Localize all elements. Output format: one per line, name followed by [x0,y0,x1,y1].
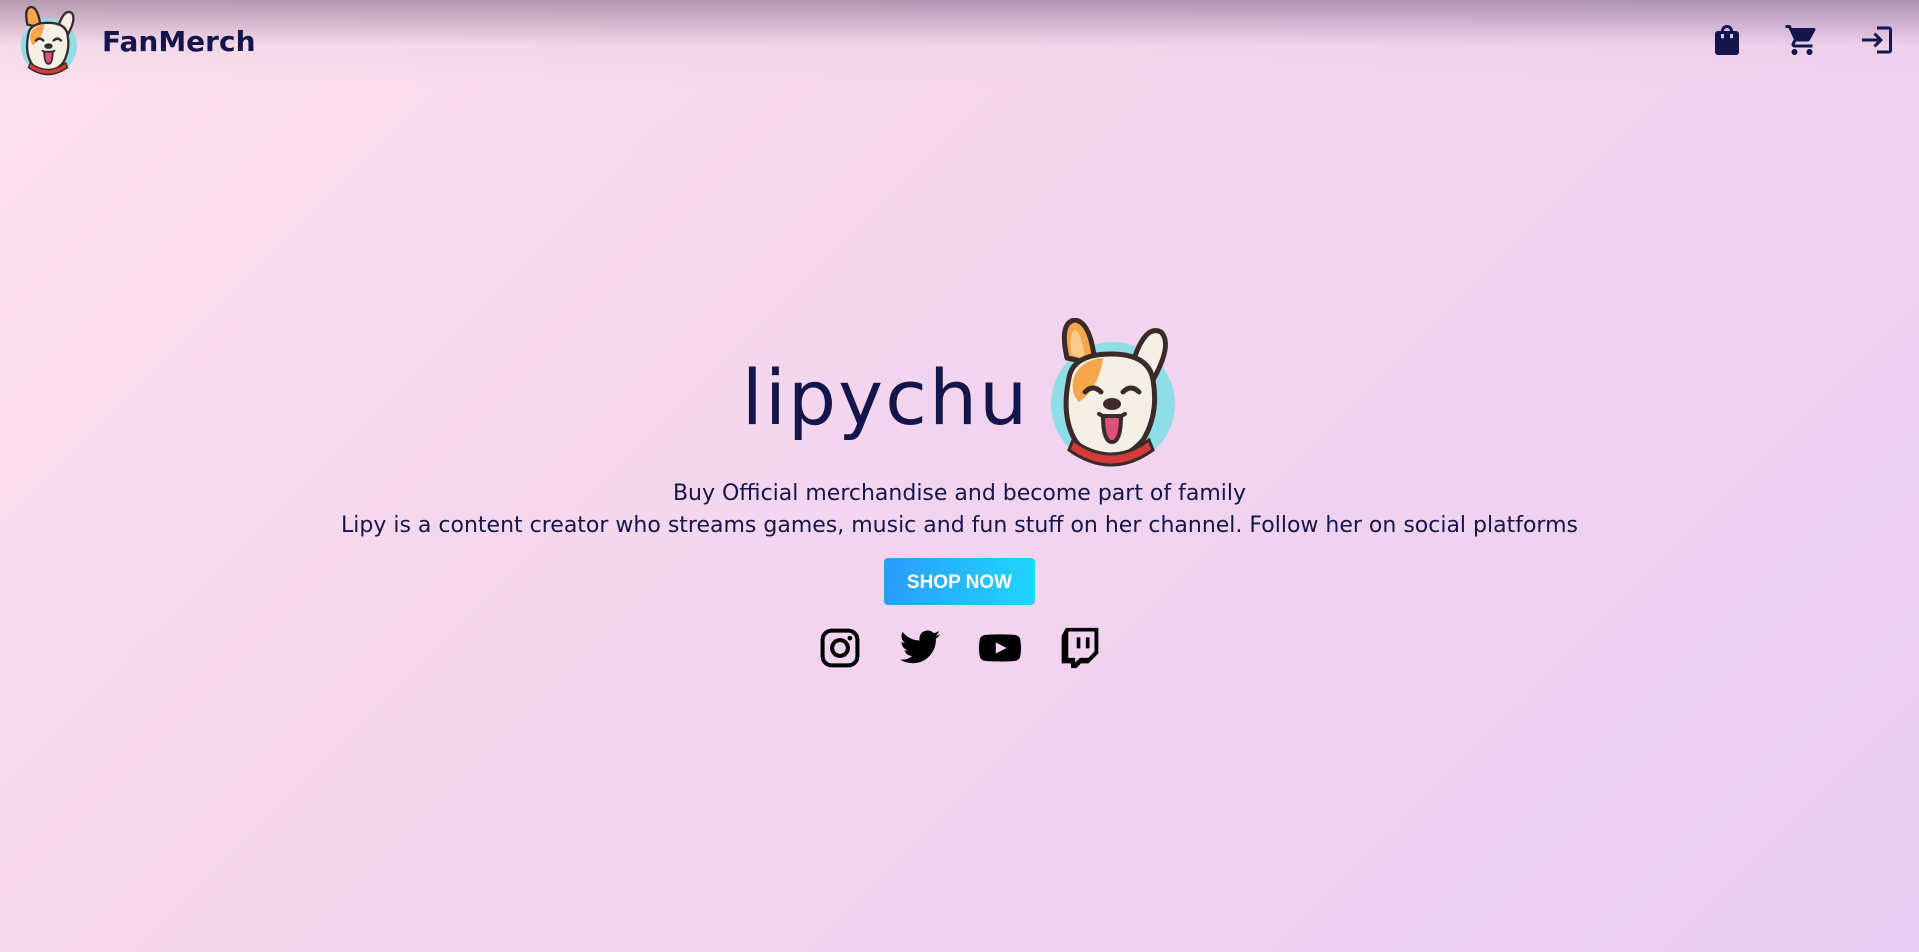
hero-title-row: lipychu [0,318,1919,468]
login-button[interactable] [1857,20,1897,60]
login-icon [1862,26,1892,54]
instagram-link[interactable] [818,625,862,671]
brand[interactable]: FanMerch [14,6,256,76]
twitter-icon [899,630,940,664]
hero-title: lipychu [741,353,1030,442]
shopping-bag-icon [1715,25,1739,55]
shop-now-button[interactable]: SHOP NOW [884,558,1035,605]
shopping-bag-button[interactable] [1707,20,1747,60]
twitch-link[interactable] [1058,625,1102,671]
dog-mascot-icon [20,6,77,76]
cart-icon [1785,25,1816,55]
top-navbar: FanMerch [0,0,1919,82]
youtube-link[interactable] [978,625,1022,671]
instagram-icon [820,628,859,668]
hero-description: Lipy is a content creator who streams ga… [341,513,1578,538]
brand-name: FanMerch [102,24,256,58]
cart-button[interactable] [1782,20,1822,60]
hero-tagline: Buy Official merchandise and become part… [672,481,1247,506]
hero-section: lipychu Buy Official merchandise and bec… [0,318,1919,671]
header-actions [1672,20,1897,60]
twitch-icon [1061,627,1098,669]
youtube-icon [978,634,1021,662]
dog-mascot-icon [1051,318,1176,467]
twitter-link[interactable] [898,625,942,671]
social-links [0,625,1919,671]
